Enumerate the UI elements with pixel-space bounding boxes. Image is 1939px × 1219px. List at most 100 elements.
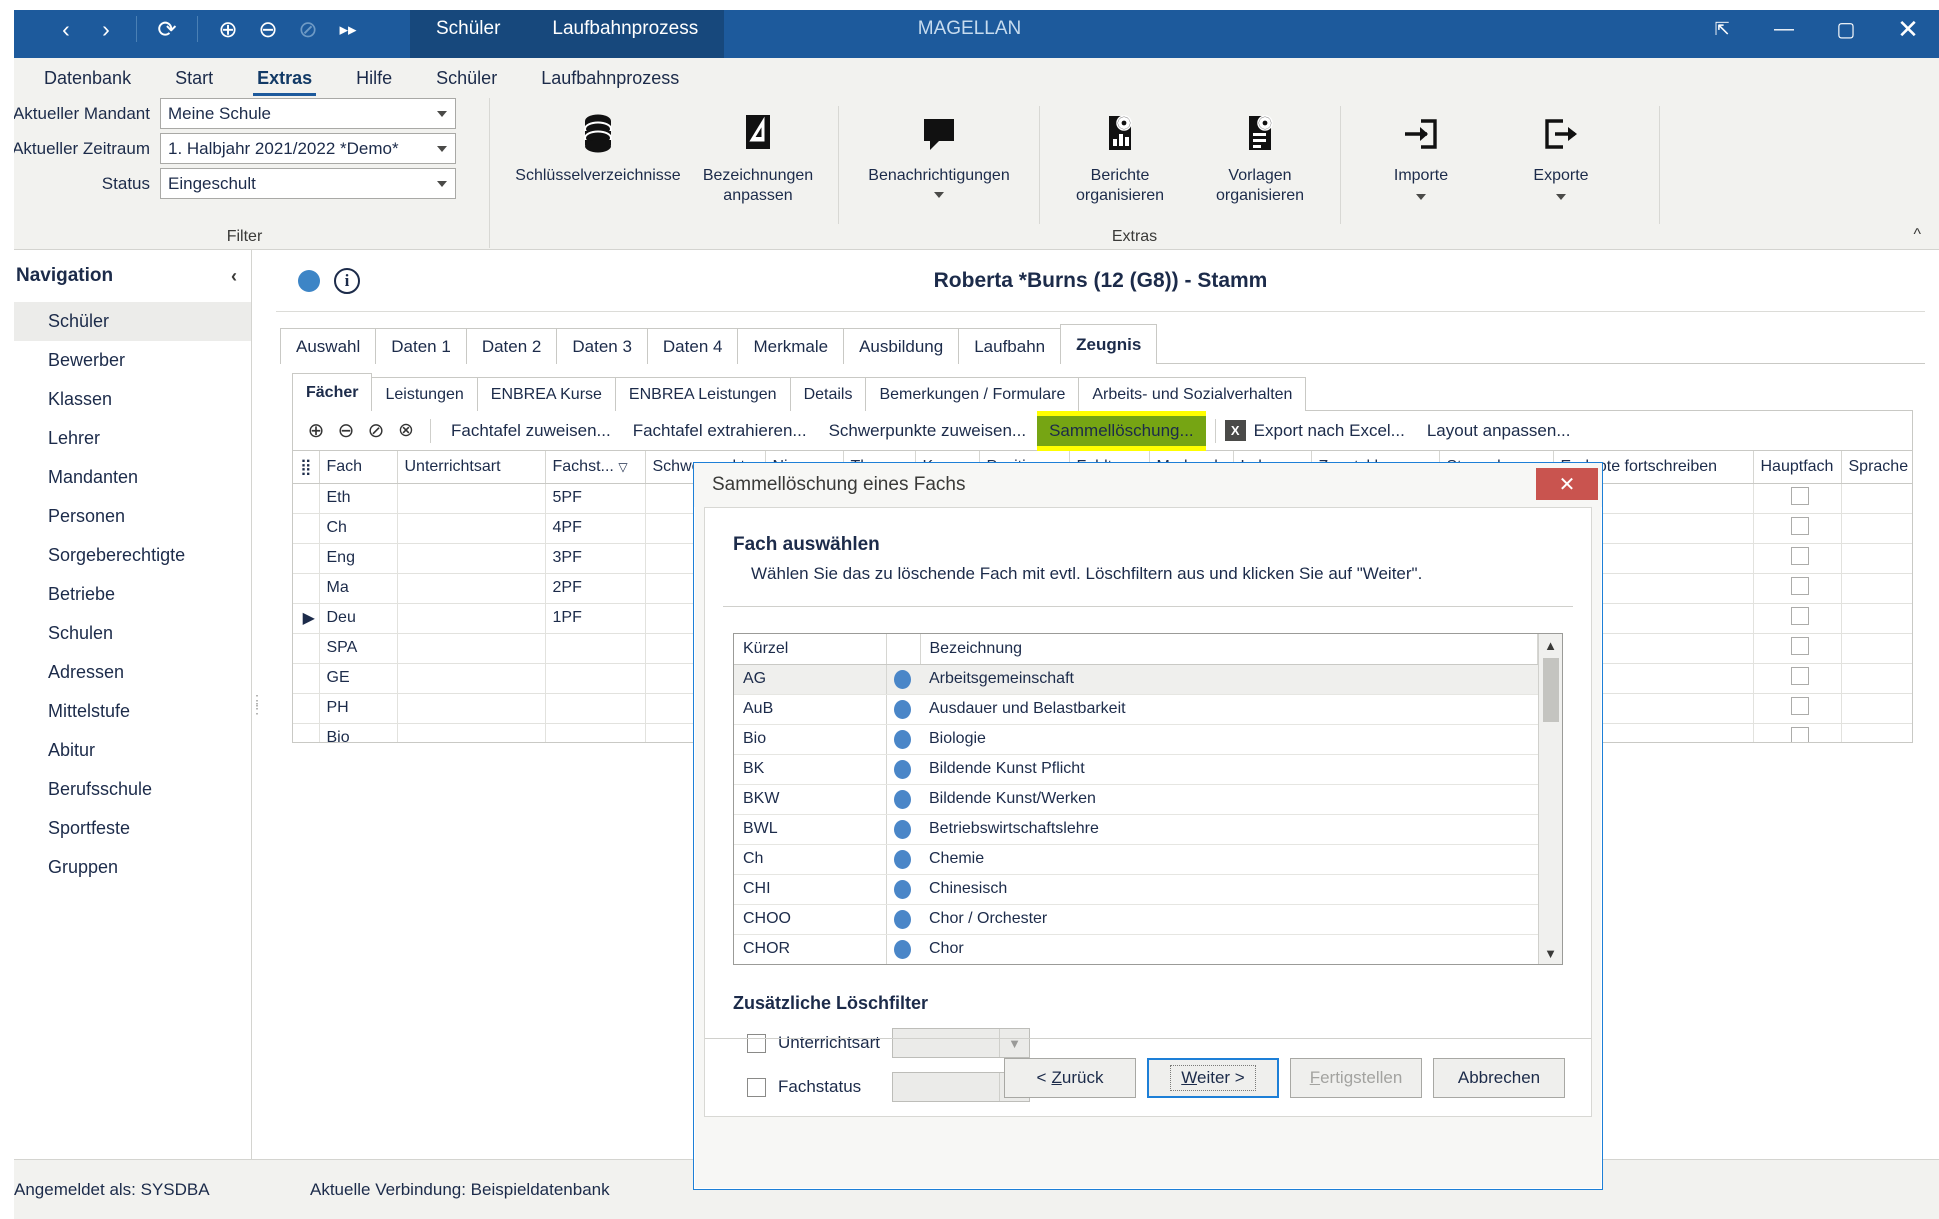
cell-sprache[interactable] <box>1841 603 1912 634</box>
cell-fachstatus[interactable] <box>545 693 646 724</box>
checkbox[interactable] <box>1791 606 1809 625</box>
cell-unterrichtsart[interactable] <box>397 483 546 514</box>
cell-fach[interactable]: Bio <box>319 723 398 742</box>
checkbox[interactable] <box>1791 726 1809 742</box>
ribbon-tab-laufbahnprozess[interactable]: Laufbahnprozess <box>519 58 701 98</box>
cell-hauptfach[interactable] <box>1753 603 1842 634</box>
tab-faecher[interactable]: Fächer <box>292 373 373 412</box>
chevron-down-icon[interactable] <box>934 191 944 198</box>
tab-enbrea-leistungen[interactable]: ENBREA Leistungen <box>614 377 791 411</box>
sidebar-item-mandanten[interactable]: Mandanten <box>0 458 251 497</box>
column-header-bezeichnung[interactable]: Bezeichnung <box>920 634 1538 665</box>
cell-fachstatus[interactable] <box>545 633 646 664</box>
ribbon-tab-extras[interactable]: Extras <box>235 58 334 98</box>
zeitraum-select[interactable]: 1. Halbjahr 2021/2022 *Demo* <box>160 133 456 164</box>
checkbox[interactable] <box>1791 486 1809 505</box>
column-header-hauptfach[interactable]: Hauptfach <box>1753 451 1842 484</box>
cell-sprache[interactable] <box>1841 633 1912 664</box>
post-edit-icon[interactable]: ⊘ <box>361 416 391 446</box>
list-scrollbar[interactable]: ▲ ▼ <box>1538 634 1562 964</box>
sidebar-item-lehrer[interactable]: Lehrer <box>0 419 251 458</box>
list-item[interactable]: Deu Deutsch <box>734 964 1538 965</box>
status-select[interactable]: Eingeschult <box>160 168 456 199</box>
cell-sprache[interactable] <box>1841 543 1912 574</box>
checkbox[interactable] <box>1791 546 1809 565</box>
cell-fach[interactable]: Deu <box>319 603 398 634</box>
tab-zeugnis[interactable]: Zeugnis <box>1060 324 1158 365</box>
checkbox[interactable] <box>1791 666 1809 685</box>
tab-details[interactable]: Details <box>789 377 867 411</box>
chevron-down-icon[interactable] <box>1556 193 1566 200</box>
cancel-edit-icon[interactable]: ⊗ <box>391 416 421 446</box>
column-header-unterrichtsart[interactable]: Unterrichtsart <box>397 451 546 484</box>
cell-hauptfach[interactable] <box>1753 573 1842 604</box>
add-record-icon[interactable]: ⊕ <box>301 416 331 446</box>
sidebar-item-bewerber[interactable]: Bewerber <box>0 341 251 380</box>
export-nach-excel-button[interactable]: Export nach Excel... <box>1254 421 1416 441</box>
sidebar-item-abitur[interactable]: Abitur <box>0 731 251 770</box>
cell-fachstatus[interactable]: 1PF <box>545 603 646 634</box>
schwerpunkte-zuweisen-button[interactable]: Schwerpunkte zuweisen... <box>818 421 1038 441</box>
sidebar-item-personen[interactable]: Personen <box>0 497 251 536</box>
tab-laufbahn[interactable]: Laufbahn <box>958 328 1062 364</box>
sidebar-item-sportfeste[interactable]: Sportfeste <box>0 809 251 848</box>
sidebar-item-schulen[interactable]: Schulen <box>0 614 251 653</box>
cell-fach[interactable]: PH <box>319 693 398 724</box>
cell-sprache[interactable] <box>1841 723 1912 742</box>
cell-unterrichtsart[interactable] <box>397 663 546 694</box>
confirm-icon[interactable]: ⊘ <box>288 9 328 49</box>
ribbon-tab-datenbank[interactable]: Datenbank <box>22 58 153 98</box>
cell-hauptfach[interactable] <box>1753 513 1842 544</box>
scrollbar-thumb[interactable] <box>1543 658 1559 722</box>
remove-icon[interactable]: ⊖ <box>248 9 288 49</box>
tab-daten-1[interactable]: Daten 1 <box>375 328 467 364</box>
sidebar-item-betriebe[interactable]: Betriebe <box>0 575 251 614</box>
sidebar-item-mittelstufe[interactable]: Mittelstufe <box>0 692 251 731</box>
sidebar-item-gruppen[interactable]: Gruppen <box>0 848 251 887</box>
berichte-organisieren-button[interactable]: Berichte organisieren <box>1050 98 1190 205</box>
importe-button[interactable]: Importe <box>1351 98 1491 200</box>
cell-sprache[interactable] <box>1841 573 1912 604</box>
ribbon-tab-hilfe[interactable]: Hilfe <box>334 58 414 98</box>
ribbon-collapse-icon[interactable]: ^ <box>1913 226 1921 244</box>
cell-fachstatus[interactable] <box>545 723 646 742</box>
cell-fachstatus[interactable]: 2PF <box>545 573 646 604</box>
scroll-down-icon[interactable]: ▼ <box>1539 942 1562 964</box>
refresh-icon[interactable]: ⟳ <box>147 9 187 49</box>
sidebar-item-schueler[interactable]: Schüler <box>0 302 251 341</box>
panel-splitter[interactable]: ⋮ ⋮ <box>250 250 264 1159</box>
schluesselverzeichnisse-button[interactable]: Schlüsselverzeichnisse <box>508 98 688 186</box>
chevron-left-icon[interactable]: ‹ <box>231 266 237 287</box>
sidebar-item-adressen[interactable]: Adressen <box>0 653 251 692</box>
tab-enbrea-kurse[interactable]: ENBREA Kurse <box>476 377 616 411</box>
cell-unterrichtsart[interactable] <box>397 573 546 604</box>
sidebar-item-berufsschule[interactable]: Berufsschule <box>0 770 251 809</box>
cell-unterrichtsart[interactable] <box>397 543 546 574</box>
mandant-select[interactable]: Meine Schule <box>160 98 456 129</box>
checkbox[interactable] <box>1791 516 1809 535</box>
ribbon-tab-start[interactable]: Start <box>153 58 235 98</box>
column-header-fach[interactable]: Fach <box>319 451 398 484</box>
sidebar-item-sorgeberechtigte[interactable]: Sorgeberechtigte <box>0 536 251 575</box>
cell-fach[interactable]: SPA <box>319 633 398 664</box>
ribbon-tab-schueler[interactable]: Schüler <box>414 58 519 98</box>
fachtafel-extrahieren-button[interactable]: Fachtafel extrahieren... <box>622 421 818 441</box>
subject-listbox[interactable]: Kürzel Bezeichnung AG Arbeitsgemeinschaft… <box>733 633 1563 965</box>
cell-fachstatus[interactable]: 4PF <box>545 513 646 544</box>
tab-bemerkungen-formulare[interactable]: Bemerkungen / Formulare <box>865 377 1080 411</box>
cell-sprache[interactable] <box>1841 663 1912 694</box>
scroll-up-icon[interactable]: ▲ <box>1539 634 1562 656</box>
checkbox[interactable] <box>1791 696 1809 715</box>
sammelloeschung-button[interactable]: Sammellöschung... <box>1037 410 1206 451</box>
sidebar-item-klassen[interactable]: Klassen <box>0 380 251 419</box>
cell-unterrichtsart[interactable] <box>397 723 546 742</box>
cell-sprache[interactable] <box>1841 483 1912 514</box>
cell-unterrichtsart[interactable] <box>397 633 546 664</box>
delete-record-icon[interactable]: ⊖ <box>331 416 361 446</box>
column-header-sprache[interactable]: Sprache <box>1841 451 1912 484</box>
cell-hauptfach[interactable] <box>1753 543 1842 574</box>
back-button[interactable]: < Zurück <box>1004 1057 1136 1098</box>
cell-fach[interactable]: Eth <box>319 483 398 514</box>
cell-fach[interactable]: GE <box>319 663 398 694</box>
cell-hauptfach[interactable] <box>1753 663 1842 694</box>
